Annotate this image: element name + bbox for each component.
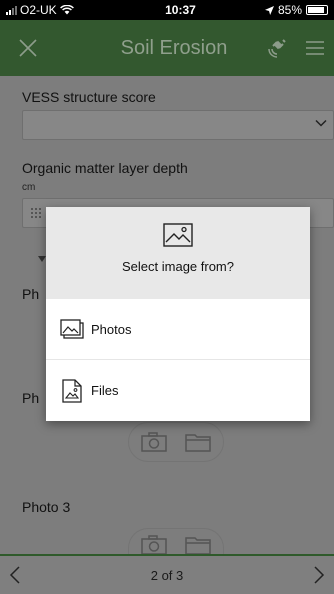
battery-percent: 85% [277, 3, 302, 17]
status-time: 10:37 [165, 3, 196, 17]
dialog-title: Select image from? [122, 259, 234, 274]
image-icon [163, 223, 193, 247]
option-files[interactable]: Files [46, 360, 310, 421]
keypad-icon [31, 208, 41, 218]
camera-icon[interactable] [141, 432, 167, 452]
wifi-icon [59, 5, 74, 15]
select-image-dialog: Select image from? Photos Files [46, 207, 310, 421]
photo-2-actions [128, 422, 224, 462]
option-photos-label: Photos [91, 321, 132, 337]
option-files-label: Files [91, 383, 119, 398]
chevron-down-icon [315, 119, 327, 127]
photos-icon [60, 317, 84, 341]
camera-icon[interactable] [141, 535, 167, 555]
vess-label: VESS structure score [22, 89, 156, 105]
option-photos[interactable]: Photos [46, 299, 310, 360]
folder-icon[interactable] [185, 432, 211, 452]
status-right: 85% [264, 3, 328, 17]
next-page-button[interactable] [308, 565, 328, 585]
photo-2-label: Ph [22, 390, 40, 406]
close-button[interactable] [6, 26, 50, 70]
collapse-triangle-icon[interactable] [38, 256, 46, 262]
photo-3-label: Photo 3 [22, 499, 71, 515]
files-icon [60, 378, 84, 403]
gps-button[interactable] [258, 26, 296, 70]
footer-nav: 2 of 3 [0, 554, 334, 594]
page-indicator: 2 of 3 [150, 567, 184, 583]
satellite-icon [268, 39, 286, 58]
status-bar: O2-UK 10:37 85% [0, 0, 334, 20]
status-left: O2-UK [6, 3, 126, 17]
dialog-header: Select image from? [46, 207, 310, 299]
previous-page-button[interactable] [6, 565, 26, 585]
battery-icon [306, 5, 328, 15]
header-title: Soil Erosion [120, 36, 228, 59]
close-icon [19, 39, 37, 57]
carrier-label: O2-UK [20, 3, 57, 17]
hamburger-menu-icon [306, 41, 324, 55]
signal-icon [6, 5, 17, 15]
photo-1-label: Ph [22, 286, 40, 302]
vess-select[interactable] [22, 110, 334, 140]
folder-icon[interactable] [185, 535, 211, 555]
organic-depth-unit: cm [22, 182, 36, 193]
location-arrow-icon [264, 5, 274, 15]
menu-button[interactable] [296, 26, 334, 70]
organic-depth-label: Organic matter layer depth [22, 160, 188, 176]
app-header: Soil Erosion [0, 20, 334, 76]
